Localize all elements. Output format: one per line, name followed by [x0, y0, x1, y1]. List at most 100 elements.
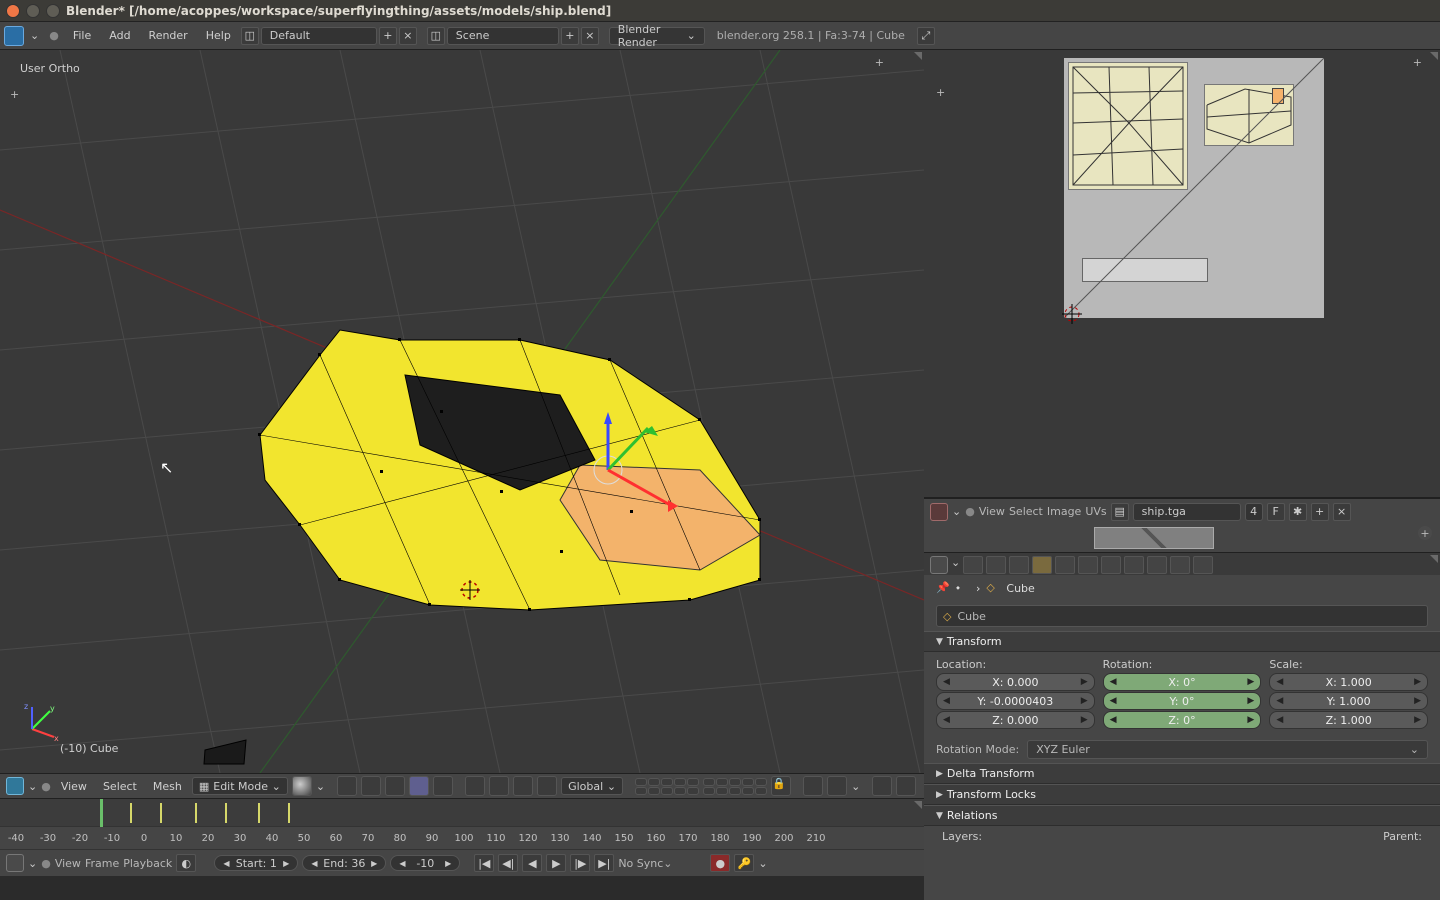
- tl-playback-menu[interactable]: Playback: [123, 857, 172, 870]
- users-count[interactable]: 4: [1245, 503, 1263, 521]
- start-frame-field[interactable]: ◀Start: 1▶: [214, 855, 298, 871]
- editor-type-timeline-icon[interactable]: [6, 854, 24, 872]
- loc-y-field[interactable]: ◀Y: -0.0000403▶: [936, 692, 1095, 710]
- manipulator-toggle-icon[interactable]: [465, 776, 485, 796]
- breadcrumb-object[interactable]: Cube: [1006, 582, 1034, 595]
- view-menu[interactable]: View: [55, 778, 93, 795]
- image-add-button[interactable]: +: [1311, 503, 1329, 521]
- texture-tab-icon[interactable]: [1147, 556, 1167, 574]
- play-reverse-icon[interactable]: ◀: [522, 854, 542, 872]
- 3d-viewport[interactable]: User Ortho + + ↖ (-10) Cube x y z: [0, 50, 924, 773]
- add-scene-button[interactable]: +: [561, 27, 579, 45]
- uv-image-editor[interactable]: + +: [924, 50, 1440, 498]
- scene-tab-icon[interactable]: [986, 556, 1006, 574]
- add-screen-button[interactable]: +: [379, 27, 397, 45]
- delta-transform-panel-header[interactable]: ▶Delta Transform: [924, 763, 1440, 784]
- uv-view-menu[interactable]: View: [979, 505, 1005, 518]
- fake-user-toggle[interactable]: F: [1267, 503, 1285, 521]
- end-frame-field[interactable]: ◀End: 36▶: [302, 855, 386, 871]
- particles-tab-icon[interactable]: [1170, 556, 1190, 574]
- area-split-corner[interactable]: [1428, 555, 1438, 565]
- transform-locks-panel-header[interactable]: ▶Transform Locks: [924, 784, 1440, 805]
- shading-dropdown-icon[interactable]: [292, 776, 312, 796]
- snap-toggle-icon[interactable]: [803, 776, 823, 796]
- orientation-dropdown[interactable]: Global⌄: [561, 777, 623, 795]
- world-tab-icon[interactable]: [1009, 556, 1029, 574]
- jump-start-icon[interactable]: |◀: [474, 854, 494, 872]
- loc-x-field[interactable]: ◀X: 0.000▶: [936, 673, 1095, 691]
- editor-type-uv-icon[interactable]: [930, 503, 948, 521]
- menu-render[interactable]: Render: [141, 25, 196, 46]
- histogram-scope[interactable]: [1094, 527, 1214, 549]
- image-browse-icon[interactable]: ▤: [1111, 503, 1129, 521]
- uv-canvas[interactable]: [1064, 58, 1324, 318]
- tl-frame-menu[interactable]: Frame: [85, 857, 119, 870]
- sync-dropdown[interactable]: No Sync⌄: [618, 857, 696, 870]
- object-tab-icon[interactable]: [1032, 556, 1052, 574]
- uv-image-menu[interactable]: Image: [1047, 505, 1081, 518]
- face-select-icon[interactable]: [433, 776, 453, 796]
- layer-buttons-2[interactable]: [703, 778, 767, 795]
- editor-type-icon[interactable]: [4, 26, 24, 46]
- render-preview-icon[interactable]: [872, 776, 892, 796]
- toolbar-toggle-left[interactable]: +: [10, 88, 19, 101]
- screen-layout-field[interactable]: Default: [261, 27, 377, 45]
- editor-type-properties-icon[interactable]: [930, 556, 948, 574]
- modifiers-tab-icon[interactable]: [1078, 556, 1098, 574]
- area-split-corner[interactable]: [912, 801, 922, 811]
- jump-end-icon[interactable]: ▶|: [594, 854, 614, 872]
- uv-toolbar-toggle-right[interactable]: +: [1413, 56, 1422, 69]
- pivot-dropdown-icon[interactable]: [337, 776, 357, 796]
- renderer-dropdown[interactable]: Blender Render ⌄: [609, 27, 705, 45]
- transform-panel-header[interactable]: ▼Transform: [924, 631, 1440, 652]
- editor-type-3dview-icon[interactable]: [6, 777, 24, 795]
- scale-manip-icon[interactable]: [537, 776, 557, 796]
- loc-z-field[interactable]: ◀Z: 0.000▶: [936, 711, 1095, 729]
- screen-browse-icon[interactable]: ◫: [241, 27, 259, 45]
- menu-help[interactable]: Help: [198, 25, 239, 46]
- window-minimize-button[interactable]: [26, 4, 40, 18]
- rot-y-field[interactable]: ◀Y: 0°▶: [1103, 692, 1262, 710]
- scene-field[interactable]: Scene: [447, 27, 559, 45]
- window-close-button[interactable]: [6, 4, 20, 18]
- objectdata-tab-icon[interactable]: [1101, 556, 1121, 574]
- snap-type-icon[interactable]: [827, 776, 847, 796]
- remove-scene-button[interactable]: ×: [581, 27, 599, 45]
- rot-x-field[interactable]: ◀X: 0°▶: [1103, 673, 1262, 691]
- jump-prev-key-icon[interactable]: ◀|: [498, 854, 518, 872]
- translate-manip-icon[interactable]: [489, 776, 509, 796]
- pin-icon[interactable]: 📌: [936, 581, 950, 595]
- render-tab-icon[interactable]: [963, 556, 983, 574]
- keying-set-icon[interactable]: 🔑: [734, 854, 754, 872]
- layer-buttons[interactable]: [635, 778, 699, 795]
- uv-scope-toggle[interactable]: +: [1418, 526, 1432, 540]
- uv-toolbar-toggle-left[interactable]: +: [936, 86, 945, 99]
- autokey-record-icon[interactable]: ●: [710, 854, 730, 872]
- object-name-field[interactable]: ◇ Cube: [936, 605, 1428, 627]
- tl-view-menu[interactable]: View: [55, 857, 81, 870]
- constraints-tab-icon[interactable]: [1055, 556, 1075, 574]
- play-icon[interactable]: ▶: [546, 854, 566, 872]
- relations-panel-header[interactable]: ▼Relations: [924, 805, 1440, 826]
- image-name-field[interactable]: ship.tga: [1133, 503, 1241, 521]
- chevron-down-icon[interactable]: ⌄: [26, 29, 43, 42]
- uv-uvs-menu[interactable]: UVs: [1085, 505, 1106, 518]
- render-anim-icon[interactable]: [896, 776, 916, 796]
- window-maximize-button[interactable]: [46, 4, 60, 18]
- range-toggle-icon[interactable]: ◐: [176, 854, 196, 872]
- scale-z-field[interactable]: ◀Z: 1.000▶: [1269, 711, 1428, 729]
- limit-selection-icon[interactable]: [361, 776, 381, 796]
- area-split-corner[interactable]: [1428, 52, 1438, 62]
- select-menu[interactable]: Select: [97, 778, 143, 795]
- current-frame-field[interactable]: ◀-10▶: [390, 855, 460, 871]
- image-pack-toggle[interactable]: ✱: [1289, 503, 1307, 521]
- image-unlink-button[interactable]: ×: [1333, 503, 1351, 521]
- physics-tab-icon[interactable]: [1193, 556, 1213, 574]
- edge-select-icon[interactable]: [409, 776, 429, 796]
- remove-screen-button[interactable]: ×: [399, 27, 417, 45]
- rotate-manip-icon[interactable]: [513, 776, 533, 796]
- dopesheet-strip[interactable]: [0, 799, 924, 827]
- menu-file[interactable]: File: [65, 25, 99, 46]
- toolbar-toggle-right[interactable]: +: [875, 56, 884, 69]
- frame-ruler[interactable]: -40-30-20-100102030405060708090100110120…: [0, 827, 924, 850]
